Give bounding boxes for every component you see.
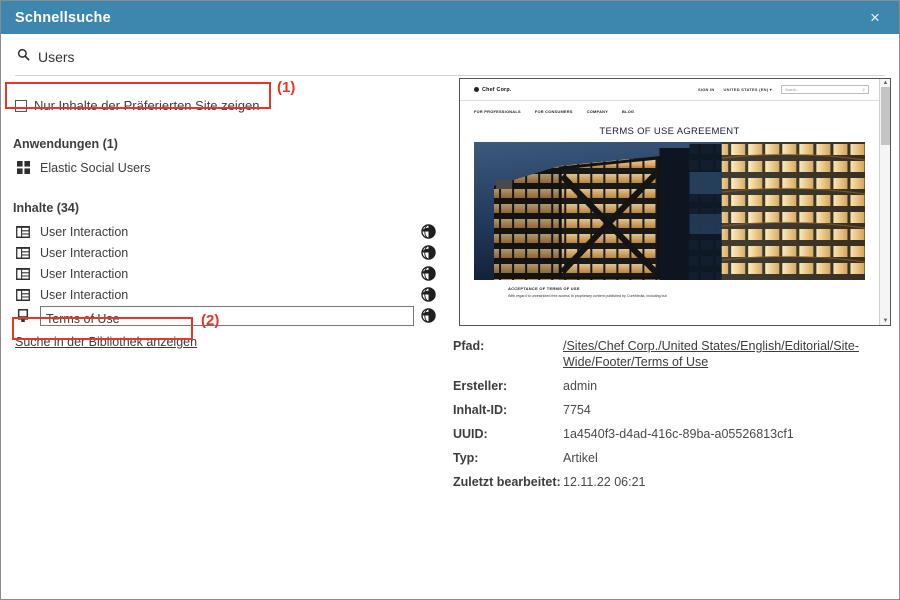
dialog-title: Schnellsuche — [15, 10, 863, 26]
preview-nav: FOR PROFESSIONALS FOR CONSUMERS COMPANY … — [460, 101, 879, 121]
preview-locale-label: UNITED STATES (EN) — [724, 87, 769, 92]
brand-dot-icon — [474, 87, 479, 92]
preview-search-box[interactable]: Search... ⚲ — [781, 85, 869, 94]
metadata-row-ersteller: Ersteller: admin — [453, 378, 893, 394]
scroll-up-arrow-icon[interactable]: ▲ — [880, 79, 891, 87]
layout-list-icon — [15, 268, 31, 280]
globe-icon[interactable] — [419, 266, 437, 281]
metadata-panel: Pfad: /Sites/Chef Corp./United States/En… — [453, 338, 893, 490]
metadata-row-typ: Typ: Artikel — [453, 450, 893, 466]
metadata-value-path-link[interactable]: /Sites/Chef Corp./United States/English/… — [563, 338, 893, 370]
table-row-label: User Interaction — [40, 225, 419, 239]
layout-list-icon — [15, 289, 31, 301]
table-row[interactable]: User Interaction — [13, 263, 451, 284]
annotation-number-1: (1) — [277, 79, 295, 96]
preview-heading: TERMS OF USE AGREEMENT — [460, 126, 879, 137]
annotation-number-2: (2) — [201, 312, 219, 329]
preview-search-icon: ⚲ — [862, 88, 865, 92]
preview-hero-image — [474, 142, 865, 280]
metadata-key: Zuletzt bearbeitet: — [453, 474, 563, 490]
metadata-row-uuid: UUID: 1a4540f3-d4ad-416c-89ba-a05526813c… — [453, 426, 893, 442]
search-row: Users — [15, 34, 885, 76]
table-row[interactable]: User Interaction — [13, 242, 451, 263]
preview-section-text: With regard to unrestricted free access … — [508, 294, 865, 298]
globe-icon[interactable] — [419, 224, 437, 239]
preview-locale-selector[interactable]: UNITED STATES (EN) ▾ — [724, 87, 772, 92]
quick-search-dialog: Schnellsuche × Users Nur Inhalte der Prä… — [0, 0, 900, 600]
table-row-label: User Interaction — [40, 267, 419, 281]
article-page-icon — [15, 309, 31, 322]
dialog-body: Nur Inhalte der Präferierten Site zeigen… — [1, 76, 899, 599]
results-column: Nur Inhalte der Präferierten Site zeigen… — [1, 76, 451, 599]
table-row-label: User Interaction — [40, 288, 419, 302]
preview-page: Chef Corp. SIGN IN UNITED STATES (EN) ▾ … — [460, 79, 879, 325]
metadata-value: 12.11.22 06:21 — [563, 474, 893, 490]
metadata-key: Typ: — [453, 450, 563, 466]
globe-icon[interactable] — [419, 287, 437, 302]
list-item[interactable]: Elastic Social Users — [13, 157, 451, 178]
show-search-in-library-link[interactable]: Suche in der Bibliothek anzeigen — [15, 335, 197, 349]
metadata-key: Inhalt-ID: — [453, 402, 563, 418]
metadata-key: UUID: — [453, 426, 563, 442]
metadata-value: admin — [563, 378, 893, 394]
preview-nav-item-blog[interactable]: BLOG — [622, 109, 634, 114]
globe-icon[interactable] — [419, 308, 437, 323]
preview-signin-link[interactable]: SIGN IN — [698, 87, 715, 92]
grid-squares-icon — [15, 161, 31, 174]
metadata-value: Artikel — [563, 450, 893, 466]
table-row-label[interactable]: Terms of Use — [40, 306, 414, 326]
preferred-site-checkbox[interactable] — [15, 100, 27, 112]
metadata-key: Pfad: — [453, 338, 563, 370]
close-icon[interactable]: × — [863, 6, 887, 30]
scroll-down-arrow-icon[interactable]: ▼ — [880, 317, 891, 325]
search-icon — [17, 48, 30, 66]
preview-nav-item-professionals[interactable]: FOR PROFESSIONALS — [474, 109, 521, 114]
metadata-value: 7754 — [563, 402, 893, 418]
contents-group-title: Inhalte (34) — [13, 201, 451, 215]
metadata-row-pfad: Pfad: /Sites/Chef Corp./United States/En… — [453, 338, 893, 370]
globe-icon[interactable] — [419, 245, 437, 260]
search-query-text[interactable]: Users — [38, 49, 75, 65]
table-row[interactable]: User Interaction — [13, 284, 451, 305]
preview-search-placeholder: Search... — [785, 88, 799, 92]
metadata-value: 1a4540f3-d4ad-416c-89ba-a05526813cf1 — [563, 426, 893, 442]
table-row-selected[interactable]: Terms of Use — [13, 305, 451, 326]
metadata-row-zuletzt-bearbeitet: Zuletzt bearbeitet: 12.11.22 06:21 — [453, 474, 893, 490]
preview-scrollbar-thumb[interactable] — [881, 87, 890, 145]
preview-topbar: Chef Corp. SIGN IN UNITED STATES (EN) ▾ … — [460, 79, 879, 101]
detail-column: Chef Corp. SIGN IN UNITED STATES (EN) ▾ … — [451, 76, 899, 599]
document-preview[interactable]: Chef Corp. SIGN IN UNITED STATES (EN) ▾ … — [459, 78, 891, 326]
list-item-label: Elastic Social Users — [40, 161, 451, 175]
preferred-site-filter-row[interactable]: Nur Inhalte der Präferierten Site zeigen — [13, 96, 261, 115]
preview-nav-item-consumers[interactable]: FOR CONSUMERS — [535, 109, 573, 114]
metadata-row-inhalt-id: Inhalt-ID: 7754 — [453, 402, 893, 418]
preview-brand-label: Chef Corp. — [482, 87, 512, 93]
metadata-key: Ersteller: — [453, 378, 563, 394]
layout-list-icon — [15, 247, 31, 259]
preferred-site-label: Nur Inhalte der Präferierten Site zeigen — [34, 98, 259, 113]
preview-top-right: SIGN IN UNITED STATES (EN) ▾ Search... ⚲ — [698, 85, 869, 94]
applications-group-title: Anwendungen (1) — [13, 137, 451, 151]
preview-scrollbar[interactable]: ▲ ▼ — [879, 79, 890, 325]
dialog-titlebar: Schnellsuche × — [1, 1, 899, 34]
table-row[interactable]: User Interaction — [13, 221, 451, 242]
table-row-label: User Interaction — [40, 246, 419, 260]
preview-section-title: ACCEPTANCE OF TERMS OF USE — [508, 286, 865, 291]
preview-nav-item-company[interactable]: COMPANY — [587, 109, 608, 114]
layout-list-icon — [15, 226, 31, 238]
preview-body-text: ACCEPTANCE OF TERMS OF USE With regard t… — [460, 280, 879, 298]
preview-brand: Chef Corp. — [474, 87, 512, 93]
